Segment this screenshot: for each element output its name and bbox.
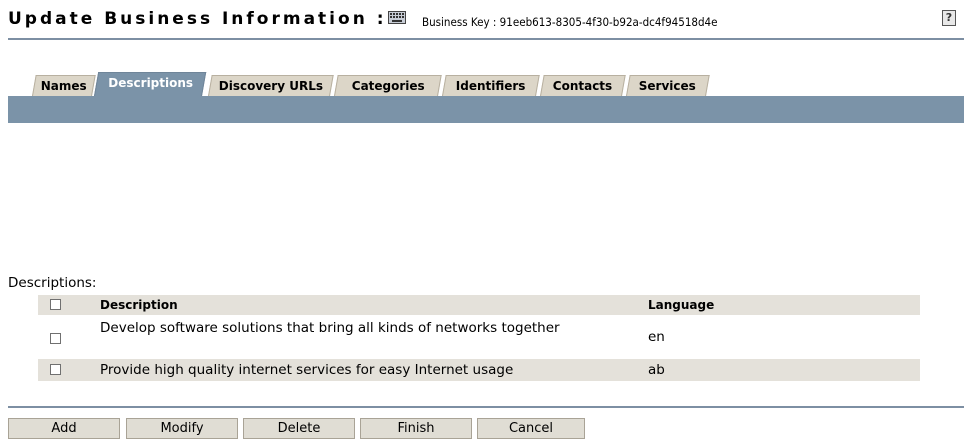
help-icon[interactable]: ? [942,10,956,26]
language-cell: en [648,329,665,345]
language-cell: ab [648,362,665,378]
tab-contacts[interactable]: Contacts [540,75,626,96]
tab-identifiers[interactable]: Identifiers [442,75,540,96]
delete-button[interactable]: Delete [243,418,355,439]
business-key-label: Business Key : 91eeb613-8305-4f30-b92a-d… [422,15,718,29]
tab-discovery-urls[interactable]: Discovery URLs [208,75,334,96]
column-header-language: Language [648,298,715,312]
page-header: Update Business Information : Business K… [8,8,956,34]
footer-divider [8,406,964,408]
add-button[interactable]: Add [8,418,120,439]
table-row: Develop software solutions that bring al… [38,317,920,357]
description-cell: Develop software solutions that bring al… [100,320,560,336]
tab-descriptions[interactable]: Descriptions [94,72,207,96]
column-header-description: Description [100,298,178,312]
tab-bar: Names Descriptions Discovery URLs Catego… [20,72,960,96]
select-all-checkbox[interactable] [50,299,61,310]
row-checkbox[interactable] [50,333,61,344]
tab-services[interactable]: Services [626,75,710,96]
business-icon [388,11,406,24]
modify-button[interactable]: Modify [126,418,238,439]
cancel-button[interactable]: Cancel [477,418,585,439]
descriptions-caption: Descriptions: [8,275,97,291]
table-row: Provide high quality internet services f… [38,359,920,381]
table-header: Description Language [38,295,920,315]
header-divider [8,38,964,40]
row-checkbox[interactable] [50,364,61,375]
tab-names[interactable]: Names [32,75,96,96]
description-cell: Provide high quality internet services f… [100,362,514,378]
finish-button[interactable]: Finish [360,418,472,439]
tab-content-band [8,96,964,123]
page-title: Update Business Information : [8,9,387,29]
tab-categories[interactable]: Categories [334,75,442,96]
